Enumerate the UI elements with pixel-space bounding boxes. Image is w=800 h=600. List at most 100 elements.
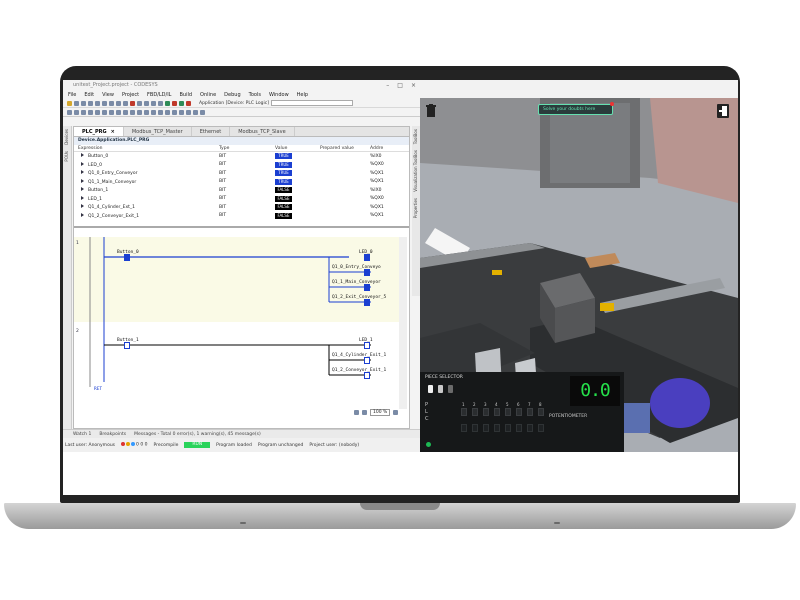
table-row[interactable]: Q1_0_Entry_Conveyor BIT TRUE %QX1 (74, 169, 409, 178)
menu-help[interactable]: Help (297, 92, 308, 98)
open-icon[interactable] (74, 100, 79, 106)
input-switch[interactable] (505, 408, 511, 416)
menu-fbd-ld-il[interactable]: FBD/LD/IL (147, 92, 171, 98)
input-switch[interactable] (461, 408, 467, 416)
step-over-icon[interactable] (67, 109, 72, 115)
table-row[interactable]: Q1_1_Main_Conveyor BIT TRUE %QX1 (74, 178, 409, 187)
coil-main-conveyor[interactable] (364, 284, 370, 291)
save-icon[interactable] (81, 100, 86, 106)
box-icon[interactable] (130, 109, 135, 115)
return-icon[interactable] (144, 109, 149, 115)
tab-breakpoints[interactable]: Breakpoints (99, 432, 126, 437)
table-row[interactable]: Button_0 BIT TRUE %IX0 (74, 152, 409, 161)
application-select[interactable] (270, 100, 353, 106)
coil-conveyor-exit[interactable] (364, 372, 370, 379)
zoom-input[interactable]: 100 % (370, 409, 390, 416)
piece-selector-dark[interactable] (448, 385, 453, 393)
factory-simulation[interactable]: Solve your doubts here PIECE SELECTOR P … (420, 98, 738, 452)
unforce-icon[interactable] (109, 109, 114, 115)
step-into-icon[interactable] (74, 109, 79, 115)
coil-entry-conveyor[interactable] (364, 269, 370, 276)
coil-exit-conveyor[interactable] (364, 299, 370, 306)
tab-ethernet[interactable]: Ethernet (192, 127, 231, 136)
col-expression[interactable]: Expression (74, 146, 219, 151)
piece-selector-grey[interactable] (438, 385, 443, 393)
input-switch[interactable] (483, 408, 489, 416)
breakpoint-icon[interactable] (88, 109, 93, 115)
devices-tab[interactable]: Devices (63, 126, 70, 148)
menu-edit[interactable]: Edit (84, 92, 94, 98)
table-row[interactable]: Q1_2_Conveyor_Exit_1 BIT FALSE %QX1 (74, 212, 409, 221)
reset-icon[interactable] (186, 109, 191, 115)
new-file-icon[interactable] (67, 100, 72, 106)
zoom-in-icon[interactable] (362, 410, 367, 415)
coil-cylinder-exit[interactable] (364, 357, 370, 364)
expand-arrow-icon[interactable] (81, 204, 84, 209)
exit-icon[interactable] (717, 104, 729, 118)
menu-view[interactable]: View (102, 92, 114, 98)
parallel-icon[interactable] (151, 109, 156, 115)
tab-modbus-slave[interactable]: Modbus_TCP_Slave (230, 127, 295, 136)
menu-tools[interactable]: Tools (249, 92, 261, 98)
build-icon[interactable] (158, 100, 163, 106)
minimize-button[interactable]: – (386, 82, 389, 89)
piece-selector-white[interactable] (428, 385, 433, 393)
cut-icon[interactable] (109, 100, 114, 106)
force-values-icon[interactable] (102, 109, 107, 115)
expand-arrow-icon[interactable] (81, 187, 84, 192)
copy-icon[interactable] (116, 100, 121, 106)
contact-button-0[interactable] (124, 254, 130, 261)
replace-icon[interactable] (144, 100, 149, 106)
menu-online[interactable]: Online (200, 92, 216, 98)
table-row[interactable]: Q1_4_Cylinder_Ext_1 BIT FALSE %QX1 (74, 203, 409, 212)
zoom-icon[interactable] (393, 410, 398, 415)
print-icon[interactable] (88, 100, 93, 106)
jump-icon[interactable] (137, 109, 142, 115)
delete-icon[interactable] (130, 100, 135, 106)
tab-messages[interactable]: Messages - Total 0 error(s), 1 warning(s… (134, 432, 261, 437)
menu-project[interactable]: Project (122, 92, 139, 98)
tab-plc-prg[interactable]: PLC_PRG × (74, 127, 124, 136)
coil-icon[interactable] (123, 109, 128, 115)
input-switch[interactable] (494, 408, 500, 416)
expand-arrow-icon[interactable] (81, 161, 84, 166)
expand-arrow-icon[interactable] (81, 170, 84, 175)
tab-modbus-master[interactable]: Modbus_TCP_Master (124, 127, 192, 136)
negate-icon[interactable] (172, 109, 177, 115)
pointer-icon[interactable] (354, 410, 359, 415)
toolbox-tab[interactable]: ToolBox (412, 126, 419, 147)
network-icon[interactable] (158, 109, 163, 115)
expand-arrow-icon[interactable] (81, 195, 84, 200)
comment-icon[interactable] (165, 109, 170, 115)
menu-build[interactable]: Build (179, 92, 192, 98)
properties-tab[interactable]: Properties (412, 195, 419, 221)
trash-icon[interactable] (426, 104, 436, 118)
redo-icon[interactable] (102, 100, 107, 106)
coil-led-0[interactable] (364, 254, 370, 261)
menu-window[interactable]: Window (269, 92, 289, 98)
table-row[interactable]: Button_1 BIT FALSE %IX0 (74, 186, 409, 195)
contact-icon[interactable] (116, 109, 121, 115)
solve-doubts-button[interactable]: Solve your doubts here (538, 104, 613, 115)
step-out-icon[interactable] (81, 109, 86, 115)
contact-button-1[interactable] (124, 342, 130, 349)
bookmark-icon[interactable] (151, 100, 156, 106)
expand-arrow-icon[interactable] (81, 212, 84, 217)
col-address[interactable]: Addre (370, 146, 400, 151)
coil-led-1[interactable] (364, 342, 370, 349)
editor-scrollbar[interactable] (399, 237, 407, 409)
col-value[interactable]: Value (275, 146, 320, 151)
write-values-icon[interactable] (95, 109, 100, 115)
menu-file[interactable]: File (68, 92, 76, 98)
pous-tab[interactable]: POUs (63, 148, 70, 165)
table-row[interactable]: LED_0 BIT TRUE %QX0 (74, 161, 409, 170)
set-icon[interactable] (179, 109, 184, 115)
col-prepared[interactable]: Prepared value (320, 146, 370, 151)
tab-watch[interactable]: Watch 1 (73, 432, 91, 437)
start-icon[interactable] (179, 100, 184, 106)
input-switch[interactable] (516, 408, 522, 416)
login-icon[interactable] (165, 100, 170, 106)
menu-debug[interactable]: Debug (224, 92, 240, 98)
input-icon[interactable] (200, 109, 205, 115)
table-row[interactable]: LED_1 BIT FALSE %QX0 (74, 195, 409, 204)
